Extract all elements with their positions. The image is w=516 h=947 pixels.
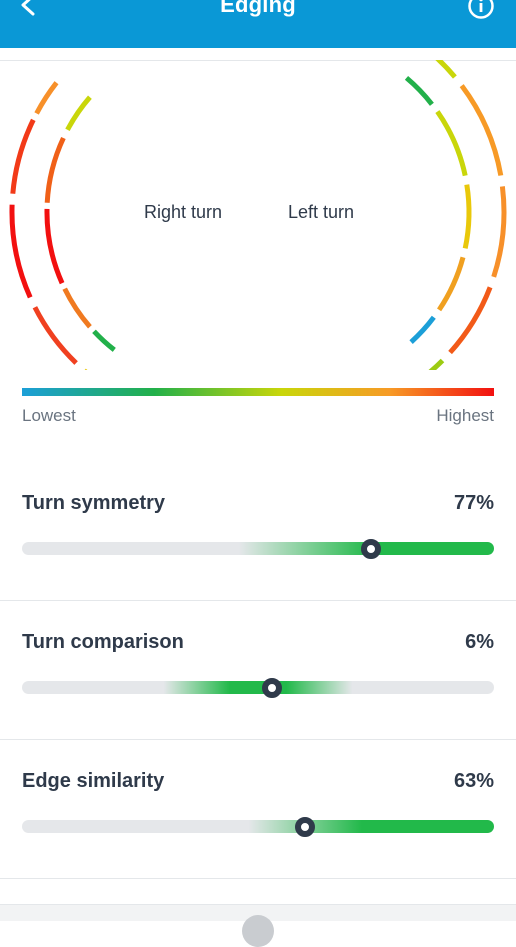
metric-name-edge-similarity: Edge similarity [22, 770, 165, 792]
left-turn-outer-arc-segment [491, 186, 507, 278]
divider [0, 878, 516, 879]
top-app-bar: Edging [0, 0, 516, 48]
right-turn-label: Right turn [144, 202, 223, 222]
left-turn-inner-arc-segment [437, 256, 466, 312]
scale-high-label: Highest [436, 406, 494, 425]
color-scale-bar [22, 388, 494, 396]
slider-marker-turn-symmetry [361, 539, 382, 559]
left-turn-inner-arc-segment [404, 75, 434, 106]
right-turn-outer-arc-segment [9, 204, 33, 299]
edging-gauge [9, 60, 507, 370]
slider-track-edge-similarity [22, 820, 494, 833]
right-turn-outer-arc-segment [32, 306, 78, 365]
metric-name-turn-symmetry: Turn symmetry [22, 492, 166, 514]
left-turn-inner-arc-segment [462, 184, 472, 249]
metric-value-turn-symmetry: 77% [453, 492, 494, 514]
right-turn-inner-arc-segment [44, 208, 65, 285]
right-turn-outer-arc-segment [34, 81, 59, 115]
slider-marker-edge-similarity [295, 817, 316, 837]
metric-value-turn-comparison: 6% [465, 631, 494, 653]
turn-arcs [9, 60, 507, 370]
divider [0, 739, 516, 740]
right-turn-inner-arc-segment [62, 287, 92, 329]
slider-track-turn-symmetry [22, 542, 494, 555]
right-turn-inner-arc-segment [65, 95, 92, 132]
left-turn-outer-arc-segment [459, 84, 504, 176]
left-turn-outer-arc-segment [428, 358, 445, 370]
page-title: Edging [220, 0, 296, 17]
info-icon[interactable] [467, 0, 495, 20]
left-turn-outer-arc-segment [435, 60, 457, 79]
left-turn-inner-arc-segment [409, 315, 436, 344]
left-turn-outer-arc-segment [448, 286, 493, 355]
metric-name-turn-comparison: Turn comparison [22, 631, 184, 653]
left-turn-inner-arc-segment [435, 110, 468, 177]
slider-track-turn-comparison [22, 681, 494, 694]
right-turn-inner-arc-segment [92, 329, 116, 352]
scale-low-label: Lowest [22, 406, 76, 425]
right-turn-inner-arc-segment [44, 136, 66, 203]
metric-value-edge-similarity: 63% [453, 770, 494, 792]
left-turn-label: Left turn [288, 202, 355, 222]
divider [0, 600, 516, 601]
right-turn-outer-arc-segment [10, 118, 36, 194]
slider-marker-turn-comparison [262, 678, 283, 698]
